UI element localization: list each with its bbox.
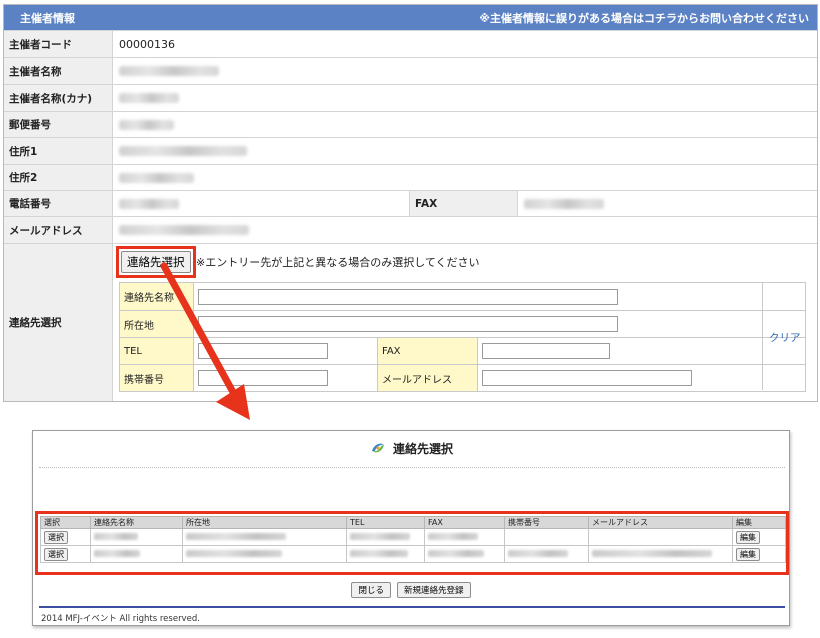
popup-title: 連絡先選択 bbox=[392, 441, 453, 456]
new-contact-button[interactable]: 新規連絡先登録 bbox=[397, 582, 471, 598]
blurred-cell bbox=[428, 532, 478, 540]
organizer-info-header: 主催者情報 ※主催者情報に誤りがある場合はコチラからお問い合わせください bbox=[4, 5, 817, 30]
blurred-cell bbox=[508, 549, 568, 557]
blurred-postal-code bbox=[119, 119, 174, 130]
col-mobile: 携帯番号 bbox=[504, 516, 589, 529]
blurred-cell bbox=[592, 549, 712, 557]
col-email: メールアドレス bbox=[588, 516, 733, 529]
label-address1: 住所1 bbox=[4, 138, 113, 164]
value-organizer-code: 00000136 bbox=[119, 37, 175, 51]
col-fax: FAX bbox=[424, 516, 505, 529]
col-tel: TEL bbox=[346, 516, 425, 529]
label-contact-select: 連絡先選択 bbox=[4, 244, 113, 401]
label-phone: 電話番号 bbox=[4, 191, 113, 216]
row-contact-select: 連絡先選択 連絡先選択 ※エントリー先が上記と異なる場合のみ選択してください 連… bbox=[4, 243, 817, 401]
row-address1: 住所1 bbox=[4, 137, 817, 164]
label-organizer-code: 主催者コード bbox=[4, 31, 113, 57]
col-address: 所在地 bbox=[182, 516, 347, 529]
row2-edit-button[interactable]: 編集 bbox=[736, 547, 760, 561]
organizer-inquiry-link[interactable]: ※主催者情報に誤りがある場合はコチラからお問い合わせください bbox=[479, 10, 809, 26]
blurred-cell bbox=[94, 532, 138, 540]
blurred-address1 bbox=[119, 146, 247, 156]
row-address2: 住所2 bbox=[4, 164, 817, 190]
blurred-cell bbox=[186, 532, 286, 540]
blurred-organizer-name-kana bbox=[119, 93, 179, 103]
row1-edit-button[interactable]: 編集 bbox=[736, 530, 760, 544]
label-organizer-name-kana: 主催者名称(カナ) bbox=[4, 85, 113, 111]
label-contact-email: メールアドレス bbox=[378, 365, 478, 391]
close-button[interactable]: 閉じる bbox=[351, 582, 391, 598]
label-organizer-name: 主催者名称 bbox=[4, 58, 113, 84]
label-email: メールアドレス bbox=[4, 217, 113, 243]
label-postal-code: 郵便番号 bbox=[4, 112, 113, 137]
organizer-info-title: 主催者情報 bbox=[20, 11, 75, 25]
blurred-cell bbox=[350, 549, 408, 557]
contact-fax-input[interactable] bbox=[482, 343, 610, 359]
blurred-organizer-name bbox=[119, 66, 219, 76]
arrow-down-left-icon bbox=[160, 262, 250, 420]
popup-footer-divider bbox=[39, 606, 785, 608]
blurred-cell bbox=[350, 532, 410, 540]
organizer-info-panel: 主催者情報 ※主催者情報に誤りがある場合はコチラからお問い合わせください 主催者… bbox=[3, 4, 818, 402]
col-edit: 編集 bbox=[732, 516, 786, 529]
row-organizer-code: 主催者コード 00000136 bbox=[4, 30, 817, 57]
row-organizer-name: 主催者名称 bbox=[4, 57, 817, 84]
row2-select-button[interactable]: 選択 bbox=[44, 547, 68, 561]
row-phone-fax: 電話番号 FAX bbox=[4, 190, 817, 216]
contact-clear-link[interactable]: クリア bbox=[769, 330, 801, 345]
blurred-email bbox=[119, 225, 249, 235]
blurred-cell bbox=[94, 549, 140, 557]
popup-title-divider bbox=[39, 467, 785, 468]
row-email: メールアドレス bbox=[4, 216, 817, 243]
contact-address-input[interactable] bbox=[198, 316, 618, 332]
blurred-fax bbox=[524, 198, 604, 209]
col-contact-name: 連絡先名称 bbox=[90, 516, 183, 529]
table-row: 選択 編集 bbox=[40, 528, 786, 546]
row1-select-button[interactable]: 選択 bbox=[44, 530, 68, 544]
popup-actions: 閉じる 新規連絡先登録 bbox=[33, 582, 789, 598]
blurred-cell bbox=[428, 549, 484, 557]
contact-name-input[interactable] bbox=[198, 288, 618, 305]
blurred-cell bbox=[186, 549, 282, 557]
row-organizer-name-kana: 主催者名称(カナ) bbox=[4, 84, 817, 111]
contact-list-table: 選択 連絡先名称 所在地 TEL FAX 携帯番号 メールアドレス 編集 選択 bbox=[40, 516, 786, 563]
blurred-address2 bbox=[119, 172, 194, 183]
label-contact-fax: FAX bbox=[378, 338, 478, 364]
label-fax: FAX bbox=[409, 191, 518, 216]
popup-footer: 2014 MFJ-イベント All rights reserved. bbox=[41, 614, 200, 624]
label-address2: 住所2 bbox=[4, 165, 113, 190]
swirl-logo-icon bbox=[371, 443, 384, 453]
blurred-phone bbox=[119, 198, 179, 209]
table-row: 選択 編集 bbox=[40, 545, 786, 563]
popup-title-bar: 連絡先選択 bbox=[33, 439, 789, 457]
contact-select-popup: 連絡先選択 選択 連絡先名称 所在地 TEL FAX 携帯番号 メールアドレス … bbox=[32, 430, 790, 626]
row-postal-code: 郵便番号 bbox=[4, 111, 817, 137]
contact-email-input[interactable] bbox=[482, 370, 692, 386]
col-select: 選択 bbox=[40, 516, 91, 529]
contact-list-header-row: 選択 連絡先名称 所在地 TEL FAX 携帯番号 メールアドレス 編集 bbox=[40, 516, 786, 529]
contact-list-highlight: 選択 連絡先名称 所在地 TEL FAX 携帯番号 メールアドレス 編集 選択 bbox=[35, 511, 789, 575]
